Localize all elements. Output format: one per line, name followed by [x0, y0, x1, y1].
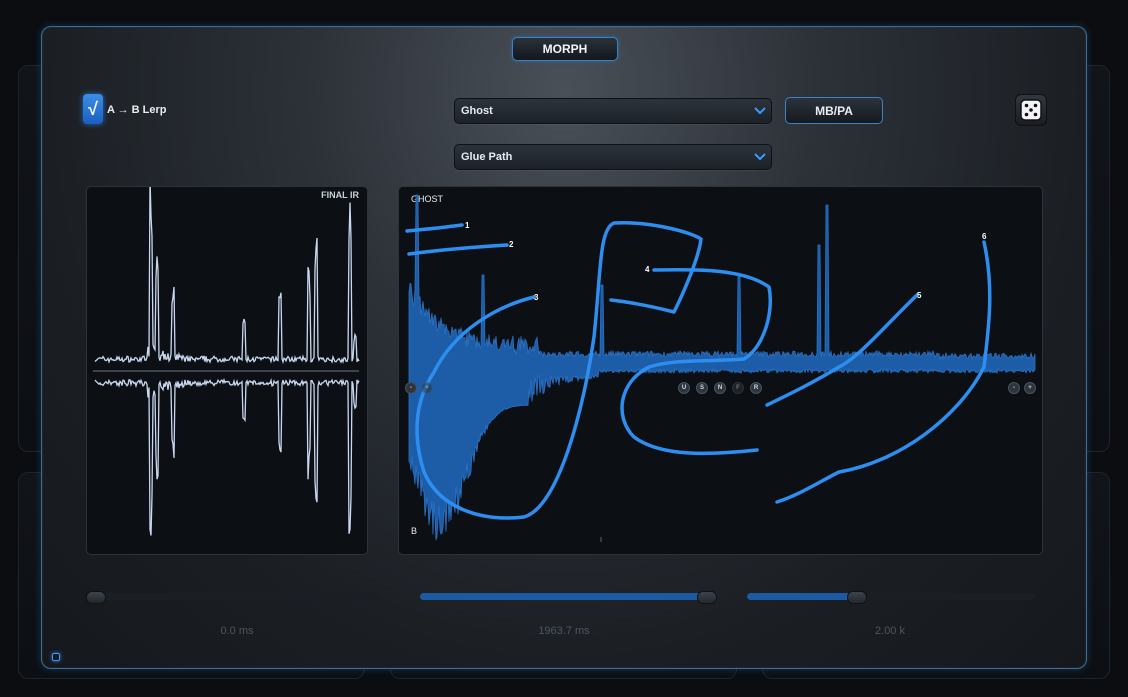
mode-s-button[interactable]: S — [696, 382, 708, 394]
morph-title-button[interactable]: MORPH — [512, 37, 618, 61]
lerp-label: A → B Lerp — [107, 104, 167, 116]
slider-2-fill — [420, 593, 707, 600]
path-label-2: 2 — [509, 240, 514, 249]
mode-n-button[interactable]: N — [714, 382, 726, 394]
source-dropdown-value: Ghost — [461, 105, 493, 117]
slider-3-thumb[interactable] — [847, 591, 868, 604]
dice-icon — [1020, 99, 1042, 121]
path-dropdown-value: Glue Path — [461, 151, 513, 163]
mode-u-button[interactable]: U — [678, 382, 690, 394]
chevron-down-icon — [749, 107, 771, 115]
source-dropdown[interactable]: Ghost — [454, 98, 772, 124]
path-label-4: 4 — [645, 265, 650, 274]
slider-2-value: 1963.7 ms — [538, 625, 590, 637]
mbpa-button[interactable]: MB/PA — [785, 97, 883, 124]
path-label-5: 5 — [917, 291, 922, 300]
path-stroke-5 — [765, 293, 919, 407]
slider-2-thumb[interactable] — [697, 591, 717, 604]
path-label-1: 1 — [465, 221, 470, 230]
path-label-6: 6 — [982, 232, 987, 241]
final-ir-waveform — [93, 187, 360, 536]
final-ir-panel: FINAL IR — [86, 186, 368, 555]
slider-1-value: 0.0 ms — [220, 625, 254, 637]
ghost-zoom-in-right-button[interactable]: + — [1024, 382, 1036, 394]
randomize-button[interactable] — [1015, 94, 1047, 126]
lerp-checkbox[interactable]: √ — [83, 94, 103, 124]
morph-window: MORPH √ A → B Lerp Ghost Glue Path MB/PA… — [41, 26, 1087, 669]
chevron-down-icon — [749, 153, 771, 161]
ghost-zoom-in-left-button[interactable]: + — [421, 382, 433, 394]
ghost-zoom-out-right-button[interactable]: - — [1008, 382, 1020, 394]
corner-toggle-button[interactable] — [52, 653, 60, 661]
ghost-panel[interactable]: GHOST B 1 2 3 4 5 6 — [398, 186, 1043, 555]
mode-r-button[interactable]: R — [750, 382, 762, 394]
ghost-zoom-out-left-button[interactable]: - — [405, 382, 417, 394]
slider-3[interactable] — [747, 591, 1035, 604]
slider-2[interactable] — [420, 591, 717, 604]
slider-3-value: 2.00 k — [875, 625, 905, 637]
path-stroke-2 — [407, 243, 509, 256]
ghost-canvas[interactable]: 1 2 3 4 5 6 — [399, 187, 1042, 554]
path-label-3: 3 — [534, 293, 539, 302]
slider-1[interactable] — [86, 591, 381, 604]
path-dropdown[interactable]: Glue Path — [454, 144, 772, 170]
mode-f-button[interactable]: F — [732, 382, 744, 394]
slider-1-thumb[interactable] — [86, 591, 106, 604]
slider-3-fill — [747, 593, 857, 600]
check-icon: √ — [88, 98, 98, 119]
